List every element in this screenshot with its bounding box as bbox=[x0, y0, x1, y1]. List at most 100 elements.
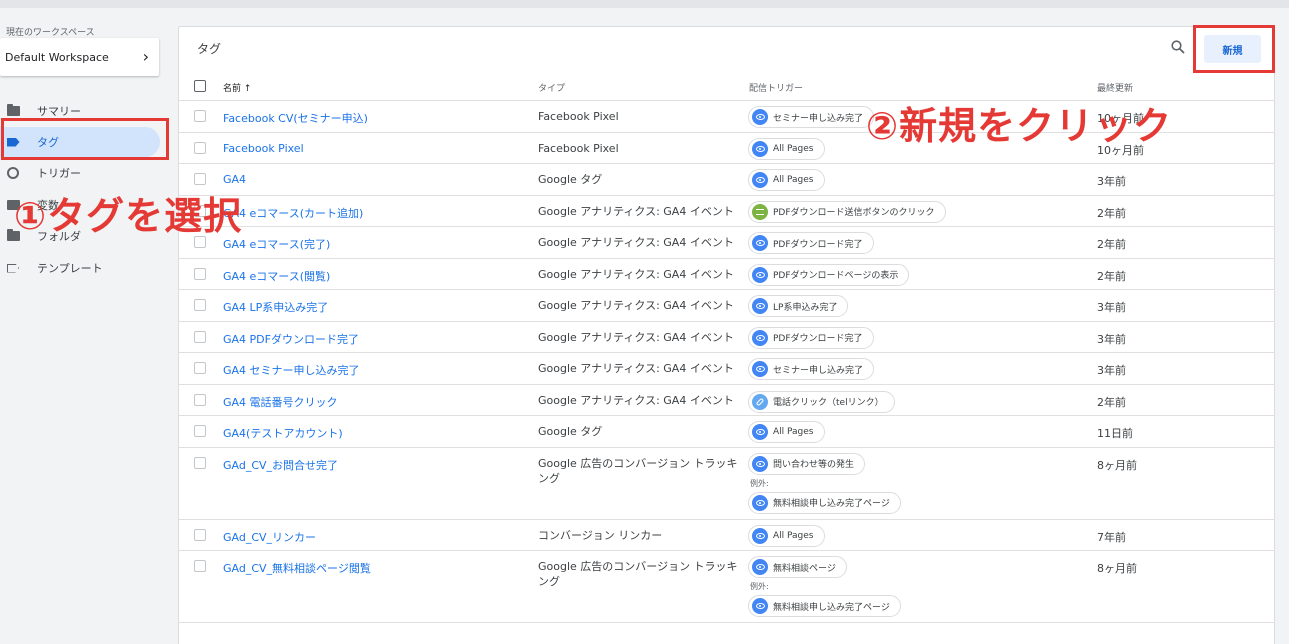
tag-type: Google タグ bbox=[538, 425, 603, 438]
last-updated: 2年前 bbox=[1097, 238, 1126, 251]
trigger-chip[interactable]: セミナー申し込み完了 bbox=[748, 358, 875, 380]
select-all-checkbox[interactable] bbox=[194, 80, 206, 92]
exception-label: 例外: bbox=[750, 478, 769, 488]
last-updated: 2年前 bbox=[1097, 206, 1126, 220]
trigger-chip[interactable]: PDFダウンロードページの表示 bbox=[748, 263, 910, 286]
tag-name-link[interactable]: GAd_CV_お問合せ完了 bbox=[223, 457, 338, 473]
table-row[interactable]: GA4 セミナー申し込み完了 Google アナリティクス: GA4 イベント セミ… bbox=[179, 353, 1275, 385]
trigger-label: LP系申込み完了 bbox=[773, 302, 838, 313]
trigger-chip[interactable]: PDFダウンロード完了 bbox=[748, 232, 874, 254]
row-checkbox[interactable] bbox=[194, 362, 206, 374]
trigger-cell: All Pages bbox=[748, 420, 825, 443]
tag-name-link[interactable]: GAd_CV_無料相談ページ閲覧 bbox=[223, 560, 371, 576]
link-icon bbox=[752, 393, 768, 410]
workspace-label: 現在のワークスペース bbox=[6, 28, 95, 38]
trigger-chip[interactable]: 問い合わせ等の発生 bbox=[748, 452, 866, 475]
table-row[interactable]: GAd_CV_お問合せ完了 Google 広告のコンバージョン トラッキング 問い合… bbox=[179, 448, 1275, 520]
tag-name-link[interactable]: GA4 LP系申込み完了 bbox=[223, 299, 328, 315]
trigger-cell: 無料相談ページ 例外: 無料相談申し込み完了ページ bbox=[748, 555, 901, 617]
tag-name-link[interactable]: GA4 電話番号クリック bbox=[223, 394, 338, 410]
row-checkbox[interactable] bbox=[194, 393, 206, 406]
sidebar-item-triggers[interactable]: トリガー bbox=[0, 158, 160, 188]
trigger-chip[interactable]: All Pages bbox=[748, 169, 825, 191]
last-updated: 11日前 bbox=[1097, 427, 1133, 440]
top-bar bbox=[0, 0, 1289, 8]
eye-icon bbox=[752, 424, 768, 440]
table-row[interactable]: GA4 PDFダウンロード完了 Google アナリティクス: GA4 イベント P… bbox=[179, 322, 1275, 353]
trigger-cell: PDFダウンロード送信ボタンのクリック bbox=[748, 200, 946, 223]
table-row[interactable]: GA4 電話番号クリック Google アナリティクス: GA4 イベント 電話クリ… bbox=[179, 385, 1275, 416]
workspace-selector[interactable]: Default Workspace › bbox=[0, 38, 159, 76]
sidebar-item-label: トリガー bbox=[37, 167, 81, 180]
trigger-chip[interactable]: セミナー申し込み完了 bbox=[748, 106, 875, 128]
trigger-chip[interactable]: 電話クリック（telリンク） bbox=[748, 390, 895, 413]
search-icon[interactable] bbox=[1171, 40, 1185, 54]
table-row[interactable]: GAd_CV_無料相談ページ閲覧 Google 広告のコンバージョン トラッキング… bbox=[179, 551, 1275, 623]
tag-type: Google アナリティクス: GA4 イベント bbox=[538, 330, 734, 344]
column-header-updated[interactable]: 最終更新 bbox=[1097, 81, 1133, 94]
sidebar: 現在のワークスペース Default Workspace › サマリー タグ ト… bbox=[0, 8, 172, 644]
row-checkbox[interactable] bbox=[194, 456, 206, 469]
highlight-box-tags bbox=[1, 118, 169, 160]
last-updated: 3年前 bbox=[1097, 301, 1126, 314]
column-header-trigger[interactable]: 配信トリガー bbox=[749, 81, 803, 94]
table-row[interactable]: GA4 eコマース(カート追加) Google アナリティクス: GA4 イベント… bbox=[179, 196, 1275, 227]
sidebar-item-label: テンプレート bbox=[37, 262, 103, 275]
eye-icon bbox=[752, 329, 768, 346]
template-icon bbox=[6, 262, 20, 274]
tag-type: Google アナリティクス: GA4 イベント bbox=[538, 204, 734, 218]
trigger-cell: PDFダウンロードページの表示 bbox=[748, 263, 910, 286]
last-updated: 8ヶ月前 bbox=[1097, 458, 1137, 472]
exception-trigger-label: 無料相談申し込み完了ページ bbox=[773, 602, 890, 613]
exception-chip[interactable]: 無料相談申し込み完了ページ bbox=[748, 491, 901, 514]
eye-icon bbox=[752, 140, 768, 157]
annotation-step1: ①タグを選択 bbox=[14, 194, 243, 238]
tag-type: Google アナリティクス: GA4 イベント bbox=[538, 267, 734, 281]
row-checkbox[interactable] bbox=[194, 330, 206, 343]
trigger-chip[interactable]: All Pages bbox=[748, 137, 825, 160]
table-row[interactable]: GAd_CV_リンカー コンバージョン リンカー All Pages 7年前 bbox=[179, 520, 1275, 551]
last-updated: 3年前 bbox=[1097, 175, 1126, 188]
tag-type: Google アナリティクス: GA4 イベント bbox=[538, 362, 734, 375]
row-checkbox[interactable] bbox=[194, 173, 206, 185]
tag-name-link[interactable]: GA4 eコマース(閲覧) bbox=[223, 268, 330, 284]
column-header-type[interactable]: タイプ bbox=[538, 81, 565, 94]
tag-name-link[interactable]: GA4 eコマース(カート追加) bbox=[223, 205, 363, 221]
trigger-chip[interactable]: PDFダウンロード送信ボタンのクリック bbox=[748, 200, 946, 223]
table-row[interactable]: GA4 eコマース(閲覧) Google アナリティクス: GA4 イベント PDF… bbox=[179, 259, 1275, 290]
trigger-chip[interactable]: All Pages bbox=[748, 524, 825, 547]
table-row[interactable]: GA4 LP系申込み完了 Google アナリティクス: GA4 イベント LP系申… bbox=[179, 290, 1275, 322]
row-checkbox[interactable] bbox=[194, 560, 206, 572]
trigger-chip[interactable]: 無料相談ページ bbox=[748, 556, 847, 578]
tag-name-link[interactable]: Facebook Pixel bbox=[223, 142, 304, 155]
trigger-label: All Pages bbox=[773, 175, 814, 185]
row-checkbox[interactable] bbox=[194, 267, 206, 280]
trigger-chip[interactable]: LP系申込み完了 bbox=[748, 295, 849, 317]
eye-icon bbox=[752, 455, 768, 472]
trigger-chip[interactable]: PDFダウンロード完了 bbox=[748, 326, 874, 349]
tag-name-link[interactable]: GA4 セミナー申し込み完了 bbox=[223, 362, 360, 378]
exception-chip[interactable]: 無料相談申し込み完了ページ bbox=[748, 595, 901, 617]
column-header-name[interactable]: 名前 ↑ bbox=[223, 81, 251, 94]
table-row[interactable]: GA4 eコマース(完了) Google アナリティクス: GA4 イベント PDF… bbox=[179, 227, 1275, 259]
trigger-label: 無料相談ページ bbox=[773, 563, 836, 574]
row-checkbox[interactable] bbox=[194, 299, 206, 311]
trigger-label: 電話クリック（telリンク） bbox=[773, 398, 884, 408]
tag-type: Google タグ bbox=[538, 173, 603, 186]
trigger-cell: セミナー申し込み完了 bbox=[748, 357, 875, 380]
row-checkbox[interactable] bbox=[194, 141, 206, 154]
tag-name-link[interactable]: GAd_CV_リンカー bbox=[223, 529, 316, 545]
tag-name-link[interactable]: GA4 PDFダウンロード完了 bbox=[223, 331, 359, 347]
table-row[interactable]: GA4 Google タグ All Pages 3年前 bbox=[179, 164, 1275, 196]
table-row[interactable]: GA4(テストアカウント) Google タグ All Pages 11日前 bbox=[179, 416, 1275, 448]
sidebar-item-templates[interactable]: テンプレート bbox=[0, 253, 160, 283]
sidebar-item-label: サマリー bbox=[37, 105, 81, 118]
row-checkbox[interactable] bbox=[194, 425, 206, 437]
row-checkbox[interactable] bbox=[194, 528, 206, 541]
tag-type: Google アナリティクス: GA4 イベント bbox=[538, 236, 734, 249]
tag-name-link[interactable]: GA4(テストアカウント) bbox=[223, 425, 343, 441]
trigger-label: All Pages bbox=[773, 427, 814, 437]
trigger-chip[interactable]: All Pages bbox=[748, 421, 825, 443]
row-checkbox[interactable] bbox=[194, 110, 206, 122]
tag-name-link[interactable]: Facebook CV(セミナー申込) bbox=[223, 110, 368, 126]
